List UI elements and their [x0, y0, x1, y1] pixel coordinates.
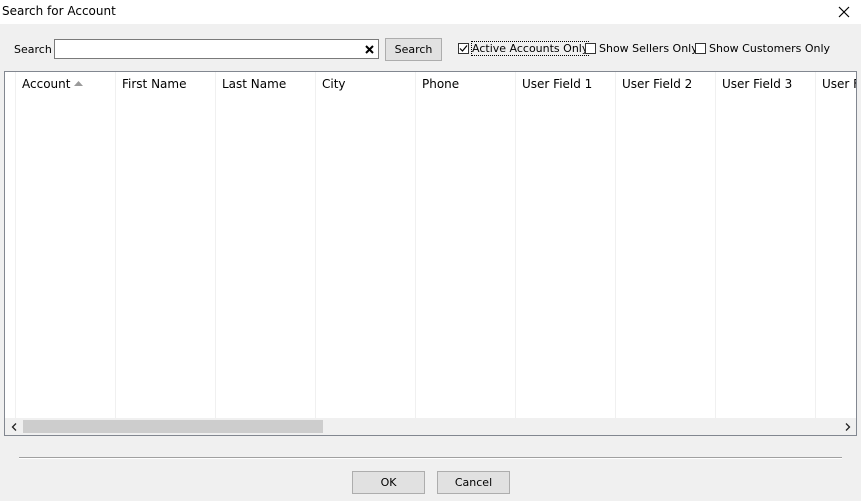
- scroll-left-button[interactable]: [5, 418, 22, 435]
- column-phone[interactable]: Phone: [415, 72, 515, 418]
- active-accounts-checkbox[interactable]: Active Accounts Only: [458, 41, 590, 56]
- column-user-field-1[interactable]: User Field 1: [515, 72, 615, 418]
- column-header-user-field-1[interactable]: User Field 1: [522, 77, 592, 91]
- column-user-field-4[interactable]: User F: [815, 72, 856, 418]
- show-customers-label: Show Customers Only: [709, 42, 831, 55]
- column-header-last-name[interactable]: Last Name: [222, 77, 286, 91]
- cancel-button[interactable]: Cancel: [437, 471, 510, 494]
- column-header-phone[interactable]: Phone: [422, 77, 459, 91]
- footer-separator: [19, 457, 842, 459]
- search-label: Search: [14, 43, 52, 56]
- column-header-account[interactable]: Account: [22, 77, 70, 91]
- column-first-name[interactable]: First Name: [115, 72, 215, 418]
- column-header-user-field-2[interactable]: User Field 2: [622, 77, 692, 91]
- column-header-city[interactable]: City: [322, 77, 346, 91]
- scrollbar-thumb[interactable]: [23, 420, 323, 433]
- search-input[interactable]: [57, 41, 357, 57]
- search-field[interactable]: [54, 39, 379, 59]
- checkbox-box[interactable]: [458, 43, 469, 54]
- column-user-field-3[interactable]: User Field 3: [715, 72, 815, 418]
- clear-search-button[interactable]: [363, 43, 375, 55]
- column-city[interactable]: City: [315, 72, 415, 418]
- horizontal-scrollbar[interactable]: [5, 418, 856, 435]
- column-account[interactable]: Account: [15, 72, 115, 418]
- chevron-left-icon: [11, 422, 16, 431]
- clear-x-icon: [364, 44, 374, 54]
- checkmark-icon: [459, 45, 468, 52]
- column-header-user-field-3[interactable]: User Field 3: [722, 77, 792, 91]
- checkbox-box[interactable]: [585, 43, 596, 54]
- show-sellers-label: Show Sellers Only: [599, 42, 698, 55]
- column-header-user-field-4[interactable]: User F: [822, 77, 856, 91]
- window-title: Search for Account: [2, 4, 116, 18]
- column-user-field-2[interactable]: User Field 2: [615, 72, 715, 418]
- search-button[interactable]: Search: [385, 38, 442, 61]
- ok-button[interactable]: OK: [352, 471, 425, 494]
- accounts-grid[interactable]: Account First Name Last Name City Phone …: [4, 71, 857, 436]
- show-customers-checkbox[interactable]: Show Customers Only: [695, 42, 830, 55]
- chevron-right-icon: [845, 422, 850, 431]
- sort-ascending-icon: [74, 81, 83, 86]
- close-icon: [838, 6, 850, 18]
- active-accounts-label: Active Accounts Only: [470, 41, 590, 56]
- column-last-name[interactable]: Last Name: [215, 72, 315, 418]
- column-header-first-name[interactable]: First Name: [122, 77, 186, 91]
- show-sellers-checkbox[interactable]: Show Sellers Only: [585, 42, 698, 55]
- title-bar: Search for Account: [0, 0, 861, 24]
- grid-columns: Account First Name Last Name City Phone …: [15, 72, 856, 418]
- checkbox-box[interactable]: [695, 43, 706, 54]
- close-button[interactable]: [827, 0, 861, 24]
- scroll-right-button[interactable]: [839, 418, 856, 435]
